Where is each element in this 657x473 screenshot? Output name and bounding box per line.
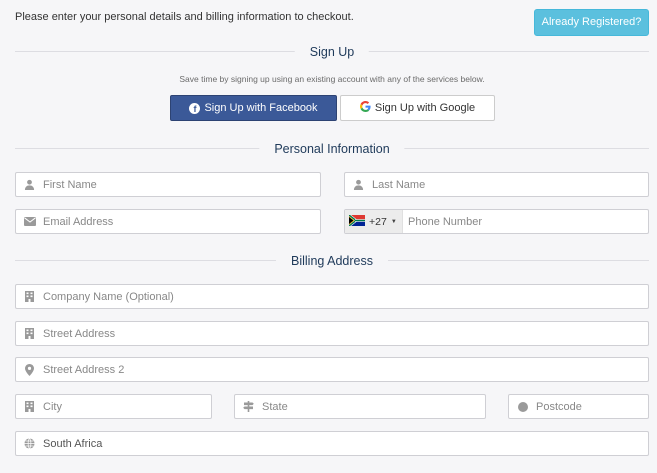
south-africa-flag-icon xyxy=(348,213,365,231)
last-name-input[interactable] xyxy=(372,173,648,196)
company-field[interactable] xyxy=(15,284,649,309)
email-field[interactable] xyxy=(15,209,321,234)
user-icon xyxy=(16,179,43,190)
state-field[interactable] xyxy=(234,394,486,419)
personal-section-header: Personal Information xyxy=(15,139,649,159)
building-icon xyxy=(16,401,43,412)
user-icon xyxy=(345,179,372,190)
company-input[interactable] xyxy=(43,285,648,308)
checkout-intro-text: Please enter your personal details and b… xyxy=(15,11,354,23)
envelope-icon xyxy=(16,217,43,226)
country-code-value: +27 xyxy=(369,215,387,228)
country-field[interactable]: South Africa xyxy=(15,431,649,456)
state-input[interactable] xyxy=(262,395,485,418)
already-registered-button[interactable]: Already Registered? xyxy=(534,9,649,36)
street-address-input[interactable] xyxy=(43,322,648,345)
personal-section-title: Personal Information xyxy=(259,139,405,159)
last-name-field[interactable] xyxy=(344,172,649,197)
email-input[interactable] xyxy=(43,210,320,233)
signup-google-button[interactable]: Sign Up with Google xyxy=(340,95,495,121)
signpost-icon xyxy=(235,401,262,412)
caret-down-icon: ▼ xyxy=(390,218,397,225)
postcode-input[interactable] xyxy=(536,395,648,418)
country-code-selector[interactable]: +27 ▼ xyxy=(345,210,403,233)
city-input[interactable] xyxy=(43,395,211,418)
facebook-button-label: Sign Up with Facebook xyxy=(204,102,318,114)
street-address-2-input[interactable] xyxy=(43,358,648,381)
first-name-input[interactable] xyxy=(43,173,320,196)
map-marker-icon xyxy=(16,363,43,376)
building-icon xyxy=(16,291,43,302)
billing-section-header: Billing Address xyxy=(15,251,649,271)
google-icon xyxy=(359,101,371,115)
billing-section-title: Billing Address xyxy=(276,251,388,271)
signup-facebook-button[interactable]: f Sign Up with Facebook xyxy=(170,95,337,121)
first-name-field[interactable] xyxy=(15,172,321,197)
globe-icon xyxy=(16,438,43,449)
signup-section-title: Sign Up xyxy=(294,42,370,62)
phone-field[interactable]: +27 ▼ xyxy=(344,209,649,234)
postcode-field[interactable] xyxy=(508,394,649,419)
facebook-icon: f xyxy=(189,102,201,114)
building-icon xyxy=(16,328,43,339)
country-select-value: South Africa xyxy=(43,437,103,450)
circle-icon xyxy=(509,401,536,412)
phone-input[interactable] xyxy=(403,210,648,233)
street-address-2-field[interactable] xyxy=(15,357,649,382)
city-field[interactable] xyxy=(15,394,212,419)
signup-note: Save time by signing up using an existin… xyxy=(179,74,485,84)
street-address-field[interactable] xyxy=(15,321,649,346)
signup-section-header: Sign Up xyxy=(15,42,649,62)
google-button-label: Sign Up with Google xyxy=(374,102,476,114)
